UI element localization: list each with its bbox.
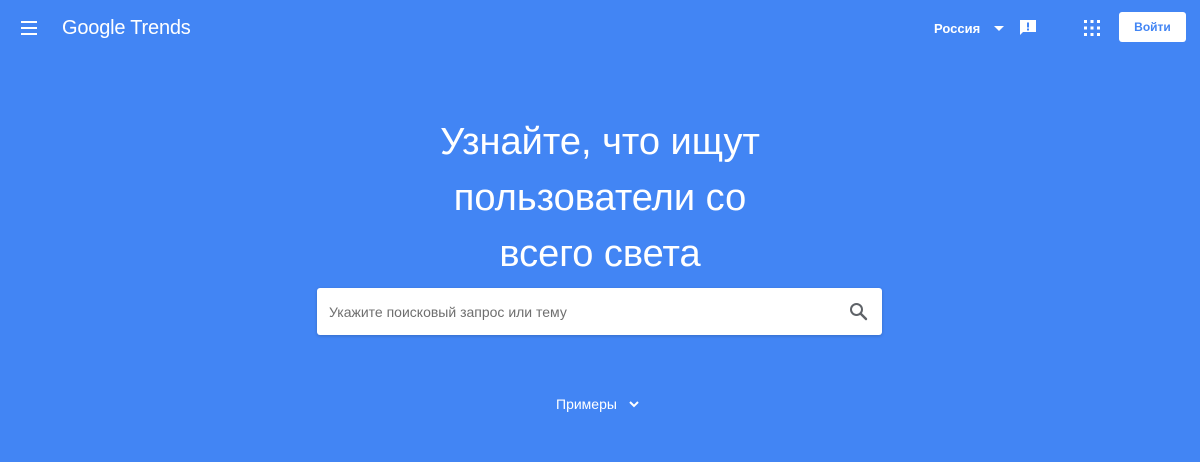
google-trends-logo[interactable]: Google Trends [62,16,191,40]
examples-toggle[interactable]: Примеры [556,393,641,415]
hero-line-2: пользователи со [453,177,747,219]
examples-label: Примеры [556,396,617,412]
region-label: Россия [934,20,981,36]
hero-headline: Узнайте, что ищут пользователи со всего … [300,114,900,282]
feedback-icon[interactable] [1018,18,1038,38]
hero-line-1: Узнайте, что ищут [440,121,760,163]
apps-grid-icon[interactable] [1083,19,1101,37]
sign-in-button[interactable]: Войти [1119,12,1186,42]
hero-line-3: всего света [499,233,701,275]
menu-icon[interactable] [18,16,42,40]
search-box [317,288,882,335]
caret-down-icon [994,25,1005,31]
region-selector[interactable]: Россия [934,17,1005,39]
chevron-down-icon [629,401,639,408]
top-bar: Google Trends Россия Войти [0,0,1200,56]
search-input[interactable] [329,288,839,335]
search-icon[interactable] [848,301,870,323]
